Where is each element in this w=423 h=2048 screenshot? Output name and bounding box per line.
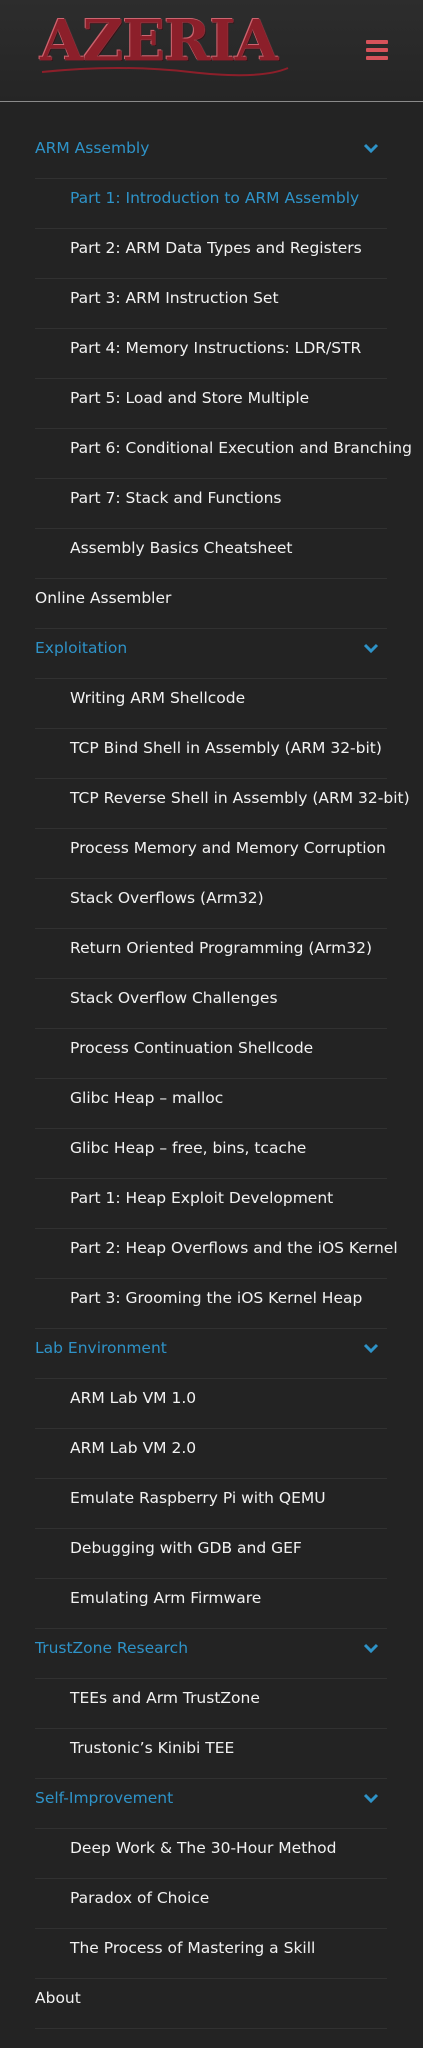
menu-item-label: ARM Lab VM 2.0 bbox=[70, 1439, 197, 1457]
menu-item-label: Exploitation bbox=[35, 639, 128, 657]
logo-swoosh-decoration bbox=[41, 67, 289, 77]
menu-item-label: TCP Reverse Shell in Assembly (ARM 32-bi… bbox=[70, 789, 410, 807]
menu-item-paradox-of-choice[interactable]: Paradox of Choice bbox=[35, 1879, 387, 1929]
menu-item-label: Part 1: Heap Exploit Development bbox=[70, 1189, 334, 1207]
menu-item-label: Debugging with GDB and GEF bbox=[70, 1539, 302, 1557]
menu-item-emulate-raspberry-pi-with-qemu[interactable]: Emulate Raspberry Pi with QEMU bbox=[35, 1479, 387, 1529]
menu-item-part-6-conditional-execution-and-branching[interactable]: Part 6: Conditional Execution and Branch… bbox=[35, 429, 412, 479]
menu-section-lab-environment[interactable]: Lab Environment bbox=[35, 1329, 387, 1379]
menu-item-process-continuation-shellcode[interactable]: Process Continuation Shellcode bbox=[35, 1029, 387, 1079]
menu-item-part-5-load-and-store-multiple[interactable]: Part 5: Load and Store Multiple bbox=[35, 379, 387, 429]
menu-item-label: Lab Environment bbox=[35, 1339, 167, 1357]
menu-item-part-3-arm-instruction-set[interactable]: Part 3: ARM Instruction Set bbox=[35, 279, 387, 329]
menu-item-arm-lab-vm-2-0[interactable]: ARM Lab VM 2.0 bbox=[35, 1429, 387, 1479]
chevron-down-icon[interactable] bbox=[363, 1792, 379, 1804]
menu-item-label: Glibc Heap – free, bins, tcache bbox=[70, 1139, 307, 1157]
menu-item-part-7-stack-and-functions[interactable]: Part 7: Stack and Functions bbox=[35, 479, 387, 529]
menu-item-label: Emulate Raspberry Pi with QEMU bbox=[70, 1489, 326, 1507]
menu-item-part-1-heap-exploit-development[interactable]: Part 1: Heap Exploit Development bbox=[35, 1179, 387, 1229]
menu-item-label: Part 7: Stack and Functions bbox=[70, 489, 282, 507]
menu-item-stack-overflows-arm32[interactable]: Stack Overflows (Arm32) bbox=[35, 879, 387, 929]
menu-item-part-1-introduction-to-arm-assembly[interactable]: Part 1: Introduction to ARM Assembly bbox=[35, 179, 387, 229]
menu-item-label: The Process of Mastering a Skill bbox=[70, 1939, 316, 1957]
menu-item-debugging-with-gdb-and-gef[interactable]: Debugging with GDB and GEF bbox=[35, 1529, 387, 1579]
menu-item-label: Part 4: Memory Instructions: LDR/STR bbox=[70, 339, 362, 357]
menu-item-label: Part 6: Conditional Execution and Branch… bbox=[70, 439, 412, 457]
menu-section-exploitation[interactable]: Exploitation bbox=[35, 629, 387, 679]
menu-item-part-3-grooming-the-ios-kernel-heap[interactable]: Part 3: Grooming the iOS Kernel Heap bbox=[35, 1279, 387, 1329]
menu-item-label: Glibc Heap – malloc bbox=[70, 1089, 224, 1107]
menu-section-trustzone-research[interactable]: TrustZone Research bbox=[35, 1629, 387, 1679]
hamburger-menu-icon[interactable] bbox=[366, 40, 388, 62]
chevron-down-icon[interactable] bbox=[363, 642, 379, 654]
menu-item-trustonic-s-kinibi-tee[interactable]: Trustonic’s Kinibi TEE bbox=[35, 1729, 387, 1779]
menu-item-label: Process Memory and Memory Corruption bbox=[70, 839, 386, 857]
menu-item-tcp-reverse-shell-in-assembly-arm-32-bit[interactable]: TCP Reverse Shell in Assembly (ARM 32-bi… bbox=[35, 779, 410, 829]
menu-item-glibc-heap-malloc[interactable]: Glibc Heap – malloc bbox=[35, 1079, 387, 1129]
menu-item-part-4-memory-instructions-ldr-str[interactable]: Part 4: Memory Instructions: LDR/STR bbox=[35, 329, 387, 379]
menu-item-process-memory-and-memory-corruption[interactable]: Process Memory and Memory Corruption bbox=[35, 829, 387, 879]
menu-item-glibc-heap-free-bins-tcache[interactable]: Glibc Heap – free, bins, tcache bbox=[35, 1129, 387, 1179]
menu-item-return-oriented-programming-arm32[interactable]: Return Oriented Programming (Arm32) bbox=[35, 929, 387, 979]
menu-item-label: About bbox=[35, 1989, 81, 2007]
menu-item-label: Part 3: Grooming the iOS Kernel Heap bbox=[70, 1289, 363, 1307]
menu-item-deep-work-the-30-hour-method[interactable]: Deep Work & The 30-Hour Method bbox=[35, 1829, 387, 1879]
menu-section-self-improvement[interactable]: Self-Improvement bbox=[35, 1779, 387, 1829]
menu-item-arm-lab-vm-1-0[interactable]: ARM Lab VM 1.0 bbox=[35, 1379, 387, 1429]
menu-item-the-process-of-mastering-a-skill[interactable]: The Process of Mastering a Skill bbox=[35, 1929, 387, 1979]
menu-item-label: Deep Work & The 30-Hour Method bbox=[70, 1839, 337, 1857]
menu-item-label: Trustonic’s Kinibi TEE bbox=[70, 1739, 235, 1757]
chevron-down-icon[interactable] bbox=[363, 1342, 379, 1354]
menu-section-online-assembler[interactable]: Online Assembler bbox=[35, 579, 387, 629]
menu-item-part-2-arm-data-types-and-registers[interactable]: Part 2: ARM Data Types and Registers bbox=[35, 229, 387, 279]
site-header: AZERIA bbox=[0, 0, 423, 102]
menu-item-label: ARM Lab VM 1.0 bbox=[70, 1389, 197, 1407]
site-logo[interactable]: AZERIA bbox=[40, 13, 278, 69]
menu-item-label: ARM Assembly bbox=[35, 139, 150, 157]
menu-item-label: Part 2: Heap Overflows and the iOS Kerne… bbox=[70, 1239, 398, 1257]
menu-item-label: TEEs and Arm TrustZone bbox=[70, 1689, 260, 1707]
menu-item-label: Part 2: ARM Data Types and Registers bbox=[70, 239, 362, 257]
menu-item-assembly-basics-cheatsheet[interactable]: Assembly Basics Cheatsheet bbox=[35, 529, 387, 579]
menu-item-label: Self-Improvement bbox=[35, 1789, 174, 1807]
menu-item-label: Emulating Arm Firmware bbox=[70, 1589, 262, 1607]
menu-item-label: TCP Bind Shell in Assembly (ARM 32-bit) bbox=[70, 739, 382, 757]
menu-item-label: Part 3: ARM Instruction Set bbox=[70, 289, 279, 307]
menu-item-label: Part 5: Load and Store Multiple bbox=[70, 389, 310, 407]
menu-item-emulating-arm-firmware[interactable]: Emulating Arm Firmware bbox=[35, 1579, 387, 1629]
menu-item-label: Writing ARM Shellcode bbox=[70, 689, 246, 707]
menu-item-tees-and-arm-trustzone[interactable]: TEEs and Arm TrustZone bbox=[35, 1679, 387, 1729]
menu-item-label: Stack Overflows (Arm32) bbox=[70, 889, 264, 907]
menu-item-part-2-heap-overflows-and-the-ios-kernel[interactable]: Part 2: Heap Overflows and the iOS Kerne… bbox=[35, 1229, 398, 1279]
menu-item-tcp-bind-shell-in-assembly-arm-32-bit[interactable]: TCP Bind Shell in Assembly (ARM 32-bit) bbox=[35, 729, 387, 779]
menu-item-label: Assembly Basics Cheatsheet bbox=[70, 539, 293, 557]
menu-section-about[interactable]: About bbox=[35, 1979, 387, 2029]
menu-item-label: Part 1: Introduction to ARM Assembly bbox=[70, 189, 360, 207]
menu-item-label: Paradox of Choice bbox=[70, 1889, 210, 1907]
menu-item-label: TrustZone Research bbox=[35, 1639, 189, 1657]
chevron-down-icon[interactable] bbox=[363, 142, 379, 154]
menu-item-stack-overflow-challenges[interactable]: Stack Overflow Challenges bbox=[35, 979, 387, 1029]
menu-item-label: Process Continuation Shellcode bbox=[70, 1039, 314, 1057]
menu-item-label: Stack Overflow Challenges bbox=[70, 989, 278, 1007]
menu-item-label: Return Oriented Programming (Arm32) bbox=[70, 939, 372, 957]
menu-item-label: Online Assembler bbox=[35, 589, 172, 607]
chevron-down-icon[interactable] bbox=[363, 1642, 379, 1654]
menu-item-writing-arm-shellcode[interactable]: Writing ARM Shellcode bbox=[35, 679, 387, 729]
menu-section-arm-assembly[interactable]: ARM Assembly bbox=[35, 129, 387, 179]
navigation-menu: ARM Assembly Part 1: Introduction to ARM … bbox=[35, 129, 412, 2029]
